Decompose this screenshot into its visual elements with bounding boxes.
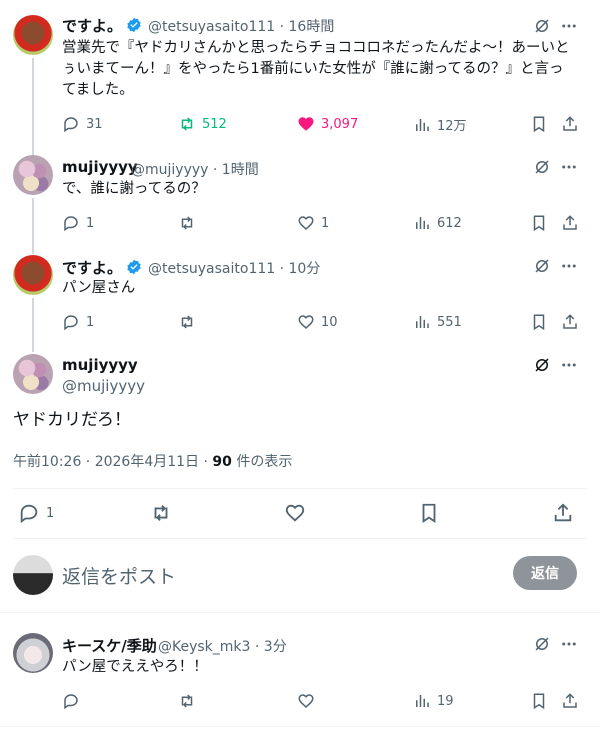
retweet-icon bbox=[181, 117, 193, 131]
like-icon bbox=[298, 694, 314, 709]
avatar[interactable] bbox=[13, 555, 53, 595]
tweet-timestamp: 午前10:26 · 2026年4月11日 · 90 件の表示 bbox=[13, 454, 293, 470]
view-count[interactable]: 90 bbox=[212, 454, 231, 470]
bookmark-icon[interactable] bbox=[530, 115, 548, 133]
thread-line bbox=[32, 198, 34, 254]
reply-button[interactable]: 返信 bbox=[513, 556, 577, 590]
bookmark-icon[interactable] bbox=[418, 502, 440, 524]
grok-icon[interactable] bbox=[533, 158, 551, 176]
avatar[interactable] bbox=[13, 155, 53, 195]
reply-icon bbox=[64, 117, 78, 133]
bookmark-icon[interactable] bbox=[530, 214, 548, 232]
author-name[interactable]: mujiyyyy bbox=[62, 158, 138, 176]
views-action[interactable]: 551 bbox=[413, 313, 462, 331]
views-action[interactable]: 19 bbox=[413, 692, 454, 710]
author-handle-time[interactable]: @tetsuyasaito111 · 16時間 bbox=[148, 16, 334, 36]
views-icon bbox=[416, 316, 429, 328]
tweet-text: ヤドカリだろ！ bbox=[13, 410, 131, 430]
views-icon bbox=[416, 695, 429, 707]
retweet-action[interactable]: 512 bbox=[178, 115, 227, 133]
divider bbox=[0, 726, 600, 727]
reply-action[interactable]: 31 bbox=[62, 115, 103, 133]
tweet-text: で、誰に謝ってるの？ bbox=[62, 181, 206, 197]
like-icon bbox=[298, 117, 314, 131]
retweet-action[interactable] bbox=[150, 502, 172, 524]
like-action[interactable] bbox=[284, 502, 306, 524]
reply-action[interactable]: 1 bbox=[18, 502, 54, 524]
thread-line bbox=[32, 58, 34, 156]
more-icon[interactable] bbox=[560, 257, 578, 275]
grok-icon[interactable] bbox=[533, 17, 551, 35]
like-icon bbox=[285, 504, 305, 522]
retweet-icon bbox=[154, 505, 168, 521]
verified-icon bbox=[127, 17, 141, 33]
like-icon bbox=[298, 315, 314, 330]
more-icon[interactable] bbox=[560, 17, 578, 35]
like-action[interactable]: 1 bbox=[297, 214, 329, 232]
like-action[interactable]: 10 bbox=[297, 313, 338, 331]
bookmark-icon[interactable] bbox=[530, 692, 548, 710]
more-icon[interactable] bbox=[560, 158, 578, 176]
reply-input[interactable]: 返信をポスト bbox=[62, 562, 176, 589]
divider bbox=[13, 538, 587, 539]
tweet-text: パン屋さん bbox=[62, 280, 136, 296]
author-handle-time[interactable]: @mujiyyyy · 1時間 bbox=[131, 159, 259, 179]
more-icon[interactable] bbox=[560, 635, 578, 653]
like-action[interactable]: 3,097 bbox=[297, 115, 358, 133]
grok-icon[interactable] bbox=[533, 635, 551, 653]
share-icon[interactable] bbox=[561, 313, 579, 331]
grok-icon[interactable] bbox=[533, 356, 551, 374]
reply-action[interactable]: 1 bbox=[62, 313, 94, 331]
reply-icon bbox=[64, 315, 78, 331]
share-icon[interactable] bbox=[561, 692, 579, 710]
avatar[interactable] bbox=[13, 255, 53, 295]
reply-icon bbox=[64, 694, 78, 710]
tweet-text: パン屋でええやろ！！ bbox=[62, 659, 208, 675]
share-icon[interactable] bbox=[561, 214, 579, 232]
avatar[interactable] bbox=[13, 354, 53, 394]
author-name[interactable]: mujiyyyy bbox=[62, 356, 138, 374]
avatar[interactable] bbox=[13, 15, 53, 55]
retweet-action[interactable] bbox=[178, 692, 196, 710]
author-name[interactable]: ですよ。 bbox=[62, 15, 142, 36]
verified-icon bbox=[127, 259, 141, 275]
bookmark-icon[interactable] bbox=[530, 313, 548, 331]
author-handle-time[interactable]: @tetsuyasaito111 · 10分 bbox=[148, 258, 320, 278]
author-handle-time[interactable]: @Keysk_mk3 · 3分 bbox=[158, 636, 287, 656]
author-handle[interactable]: @mujiyyyy bbox=[62, 377, 145, 395]
author-name[interactable]: ですよ。 bbox=[62, 257, 142, 278]
reply-action[interactable] bbox=[62, 692, 80, 710]
more-icon[interactable] bbox=[560, 356, 578, 374]
avatar[interactable] bbox=[13, 633, 53, 673]
retweet-action[interactable] bbox=[178, 313, 196, 331]
share-icon[interactable] bbox=[552, 502, 574, 524]
grok-icon[interactable] bbox=[533, 257, 551, 275]
reply-icon bbox=[20, 504, 38, 524]
reply-icon bbox=[64, 216, 78, 232]
divider bbox=[13, 488, 587, 489]
share-icon[interactable] bbox=[561, 115, 579, 133]
retweet-icon bbox=[181, 216, 193, 230]
reply-action[interactable]: 1 bbox=[62, 214, 94, 232]
like-action[interactable] bbox=[297, 692, 315, 710]
retweet-action[interactable] bbox=[178, 214, 196, 232]
thread-line bbox=[32, 298, 34, 352]
retweet-icon bbox=[181, 315, 193, 329]
retweet-icon bbox=[181, 694, 193, 708]
views-icon bbox=[416, 118, 429, 131]
tweet-text: 営業先で『ヤドカリさんかと思ったらチョココロネだったんだよ〜！あーいとぅいまてー… bbox=[62, 40, 570, 98]
like-icon bbox=[298, 216, 314, 231]
views-icon bbox=[416, 217, 429, 229]
views-action[interactable]: 612 bbox=[413, 214, 462, 232]
views-action[interactable]: 12万 bbox=[413, 115, 467, 134]
divider bbox=[0, 612, 600, 613]
author-name[interactable]: キースケ/季助 bbox=[62, 635, 157, 656]
